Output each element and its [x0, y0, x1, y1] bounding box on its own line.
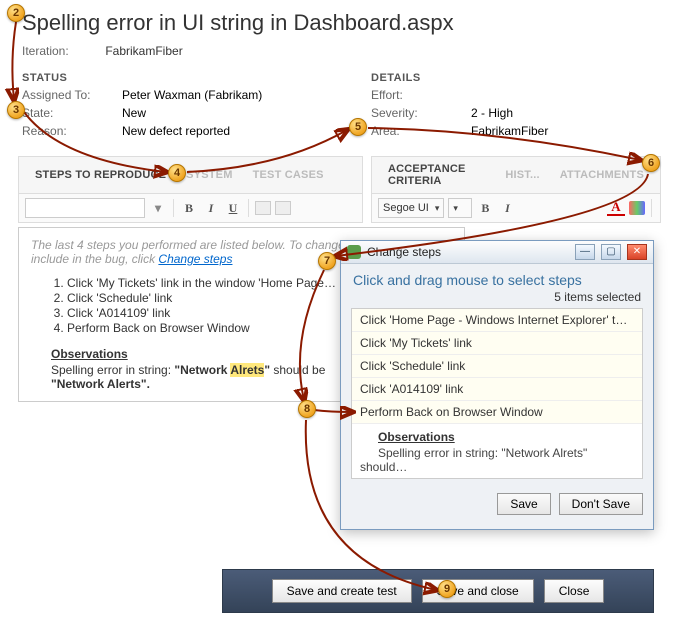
chevron-down-icon: ▾ [453, 203, 458, 214]
iteration-value: FabrikamFiber [105, 44, 182, 58]
close-button[interactable]: Close [544, 579, 605, 603]
reason-label: Reason: [22, 124, 122, 138]
effort-label: Effort: [371, 88, 471, 102]
format-block-input[interactable] [25, 198, 145, 218]
status-header: STATUS [22, 72, 367, 84]
callout-8: 8 [298, 400, 316, 418]
iteration-label: Iteration: [22, 44, 102, 58]
assigned-to-label: Assigned To: [22, 88, 122, 102]
font-dropdown[interactable]: Segoe UI ▾ [378, 198, 444, 218]
iteration-row: Iteration: FabrikamFiber [0, 44, 676, 58]
change-steps-dialog: Change steps — ▢ ✕ Click and drag mouse … [340, 240, 654, 530]
bold-button[interactable]: B [180, 199, 198, 217]
callout-4: 4 [168, 164, 186, 182]
assigned-to-value: Peter Waxman (Fabrikam) [122, 88, 262, 102]
toolbar-right: Segoe UI ▾ ▾ B I A [371, 194, 661, 223]
change-steps-link[interactable]: Change steps [158, 252, 232, 266]
dialog-save-button[interactable]: Save [497, 493, 550, 515]
area-label: Area: [371, 124, 471, 138]
dialog-selection-count: 5 items selected [341, 290, 653, 308]
close-button[interactable]: ✕ [627, 244, 647, 260]
chevron-down-icon: ▾ [435, 203, 440, 214]
dialog-subtitle: Click and drag mouse to select steps [341, 264, 653, 290]
callout-2: 2 [7, 4, 25, 22]
tab-testcases[interactable]: TEST CASES [243, 167, 334, 183]
italic-button[interactable]: I [202, 199, 220, 217]
dialog-dont-save-button[interactable]: Don't Save [559, 493, 643, 515]
tab-system[interactable]: SYSTEM [176, 167, 242, 183]
tab-attachments[interactable]: ATTACHMENTS [550, 167, 654, 183]
list-item[interactable]: Click 'Schedule' link [352, 355, 642, 378]
list-observations: Observations Spelling error in string: "… [352, 424, 642, 478]
bug-title: Spelling error in UI string in Dashboard… [0, 0, 676, 44]
save-create-test-button[interactable]: Save and create test [272, 579, 412, 603]
minimize-button[interactable]: — [575, 244, 595, 260]
dialog-title: Change steps [367, 245, 569, 259]
callout-9: 9 [438, 580, 456, 598]
tabs-right: ACCEPTANCE CRITERIA HIST... ATTACHMENTS [371, 156, 661, 194]
tabs-left: STEPS TO REPRODUCE SYSTEM TEST CASES [18, 156, 363, 194]
list-item[interactable]: Click 'My Tickets' link [352, 332, 642, 355]
highlight-button[interactable] [629, 201, 645, 215]
obs-text: "Network Alerts". [51, 377, 150, 391]
callout-7: 7 [318, 252, 336, 270]
reason-value: New defect reported [122, 124, 230, 138]
italic-button[interactable]: I [498, 199, 516, 217]
maximize-button[interactable]: ▢ [601, 244, 621, 260]
image-button[interactable] [255, 201, 271, 215]
callout-3: 3 [7, 101, 25, 119]
underline-button[interactable]: U [224, 199, 242, 217]
obs-text: should be [270, 363, 325, 377]
font-dropdown-value: Segoe UI [383, 202, 429, 214]
observations-body: Spelling error in string: "Network Alret… [360, 446, 587, 474]
tab-steps[interactable]: STEPS TO REPRODUCE [25, 167, 176, 183]
tab-acceptance[interactable]: ACCEPTANCE CRITERIA [378, 161, 495, 189]
tab-history[interactable]: HIST... [495, 167, 549, 183]
misspelled-word: Alrets [230, 363, 264, 377]
state-label: State: [22, 106, 122, 120]
callout-6: 6 [642, 154, 660, 172]
list-item[interactable]: Perform Back on Browser Window [352, 401, 642, 424]
list-item[interactable]: Click 'Home Page - Windows Internet Expl… [352, 309, 642, 332]
area-value: FabrikamFiber [471, 124, 548, 138]
callout-5: 5 [349, 118, 367, 136]
observations-header: Observations [378, 430, 634, 444]
chevron-down-icon[interactable]: ▾ [149, 199, 167, 217]
bold-button[interactable]: B [476, 199, 494, 217]
app-icon [347, 245, 361, 259]
dialog-titlebar[interactable]: Change steps — ▢ ✕ [341, 241, 653, 264]
steps-list[interactable]: Click 'Home Page - Windows Internet Expl… [351, 308, 643, 479]
font-size-dropdown[interactable]: ▾ [448, 198, 472, 218]
image-button-2[interactable] [275, 201, 291, 215]
toolbar-left: ▾ B I U [18, 194, 363, 223]
list-item[interactable]: Click 'A014109' link [352, 378, 642, 401]
details-header: DETAILS [371, 72, 657, 84]
obs-text: Spelling error in string: [51, 363, 174, 377]
severity-value: 2 - High [471, 106, 513, 120]
font-color-button[interactable]: A [607, 200, 625, 216]
obs-text: "Network [174, 363, 230, 377]
state-value: New [122, 106, 146, 120]
severity-label: Severity: [371, 106, 471, 120]
